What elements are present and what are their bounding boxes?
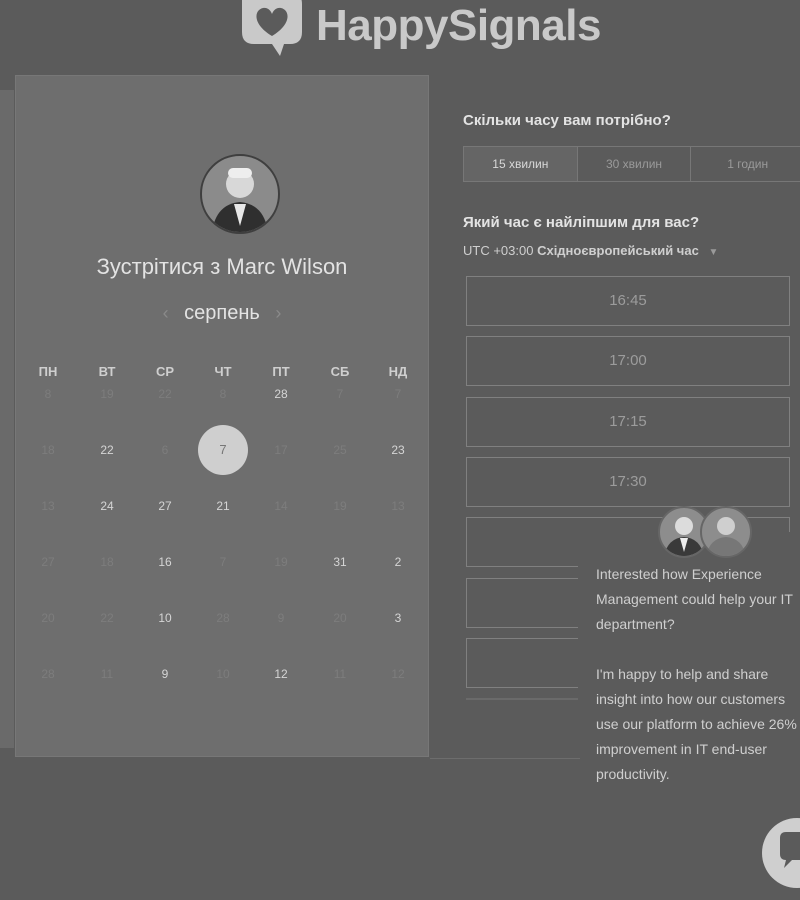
brand-name: HappySignals xyxy=(316,1,601,50)
calendar-day[interactable]: 16 xyxy=(145,552,185,572)
calendar-day[interactable]: 22 xyxy=(87,440,127,460)
duration-option[interactable]: 15 хвилин xyxy=(464,147,578,181)
calendar-day[interactable]: 12 xyxy=(261,664,301,684)
calendar-day: 18 xyxy=(100,555,114,569)
calendar-day: 11 xyxy=(333,667,347,681)
time-slot[interactable]: 17:30 xyxy=(466,457,790,507)
calendar-day: 7 xyxy=(394,387,402,401)
calendar-day: 14 xyxy=(274,499,288,513)
calendar-day: 19 xyxy=(100,387,114,401)
calendar-day: 6 xyxy=(161,443,169,457)
timezone-offset: UTC +03:00 xyxy=(463,243,534,258)
slot-list-edge xyxy=(466,698,578,700)
agent-avatar xyxy=(700,506,752,558)
calendar-day: 25 xyxy=(333,443,347,457)
calendar-day-selected[interactable]: 7 xyxy=(198,425,248,475)
calendar-day: 20 xyxy=(41,611,55,625)
chevron-left-icon[interactable]: ‹ xyxy=(163,303,169,323)
calendar-day: 28 xyxy=(41,667,55,681)
calendar-day: 9 xyxy=(277,611,285,625)
calendar-day: 7 xyxy=(336,387,344,401)
calendar-day: 8 xyxy=(219,387,227,401)
calendar-day[interactable]: 23 xyxy=(378,440,418,460)
meeting-title: Зустрітися з Marc Wilson xyxy=(96,254,348,279)
weekday-label: СБ xyxy=(330,364,350,379)
weekday-label: ЧТ xyxy=(214,364,232,379)
duration-options: 15 хвилин 30 хвилин 1 годин xyxy=(463,146,800,182)
calendar-day: 13 xyxy=(391,499,405,513)
left-panel-edge xyxy=(0,90,14,748)
chat-bubble-icon[interactable] xyxy=(762,818,800,888)
calendar-day: 8 xyxy=(44,387,52,401)
calendar-day: 28 xyxy=(216,611,230,625)
time-slot[interactable]: 17:00 xyxy=(466,336,790,386)
chat-agent-avatars xyxy=(658,506,754,558)
host-avatar xyxy=(200,154,280,234)
weekday-label: НД xyxy=(388,364,408,379)
duration-option[interactable]: 1 годин xyxy=(691,147,800,181)
calendar-day: 22 xyxy=(100,611,114,625)
calendar-day: 19 xyxy=(274,555,288,569)
time-slot[interactable]: 16:45 xyxy=(466,276,790,326)
chat-paragraph: Interested how Experience Management cou… xyxy=(596,566,793,632)
time-slot[interactable]: 17:15 xyxy=(466,397,790,447)
weekday-label: ПН xyxy=(38,364,58,379)
calendar-day: 13 xyxy=(41,499,55,513)
calendar-day: 18 xyxy=(41,443,55,457)
calendar-day[interactable]: 24 xyxy=(87,496,127,516)
calendar-day: 11 xyxy=(100,667,114,681)
duration-question: Скільки часу вам потрібно? xyxy=(463,112,671,129)
calendar-day: 20 xyxy=(333,611,347,625)
calendar-day[interactable]: 21 xyxy=(203,496,243,516)
calendar-day[interactable]: 3 xyxy=(378,608,418,628)
month-label: серпень xyxy=(184,302,260,324)
calendar-day: 12 xyxy=(391,667,405,681)
timezone-name: Східноєвропейський час xyxy=(537,243,699,258)
calendar-day: 19 xyxy=(333,499,347,513)
calendar-day[interactable]: 10 xyxy=(145,608,185,628)
calendar-day: 7 xyxy=(219,555,227,569)
chevron-right-icon[interactable]: › xyxy=(275,303,281,323)
brand-logo: HappySignals xyxy=(232,0,601,60)
weekday-label: СР xyxy=(155,364,175,379)
calendar-day: 17 xyxy=(274,443,288,457)
calendar-day[interactable]: 9 xyxy=(145,664,185,684)
chat-message: Interested how Experience Management cou… xyxy=(596,562,800,787)
calendar-card: Зустрітися з Marc Wilson ‹ серпень › ПН В… xyxy=(16,76,428,756)
timezone-selector[interactable]: UTC +03:00 Східноєвропейський час ▼ xyxy=(463,243,718,258)
calendar-day[interactable]: 27 xyxy=(145,496,185,516)
calendar-day: 27 xyxy=(41,555,55,569)
calendar-day[interactable]: 31 xyxy=(320,552,360,572)
chat-paragraph: I'm happy to help and share insight into… xyxy=(596,666,797,782)
calendar-day[interactable]: 2 xyxy=(378,552,418,572)
divider xyxy=(430,758,580,759)
caret-down-icon: ▼ xyxy=(708,247,719,258)
duration-option[interactable]: 30 хвилин xyxy=(578,147,692,181)
calendar-day: 10 xyxy=(216,667,230,681)
month-navigation: ‹ серпень › xyxy=(16,302,428,325)
calendar-day[interactable]: 28 xyxy=(261,384,301,404)
weekday-label: ПТ xyxy=(272,364,290,379)
weekday-label: ВТ xyxy=(98,364,116,379)
time-question: Який час є найліпшим для вас? xyxy=(463,214,700,231)
calendar-day: 22 xyxy=(158,387,172,401)
heart-speech-bubble-icon xyxy=(232,0,310,60)
